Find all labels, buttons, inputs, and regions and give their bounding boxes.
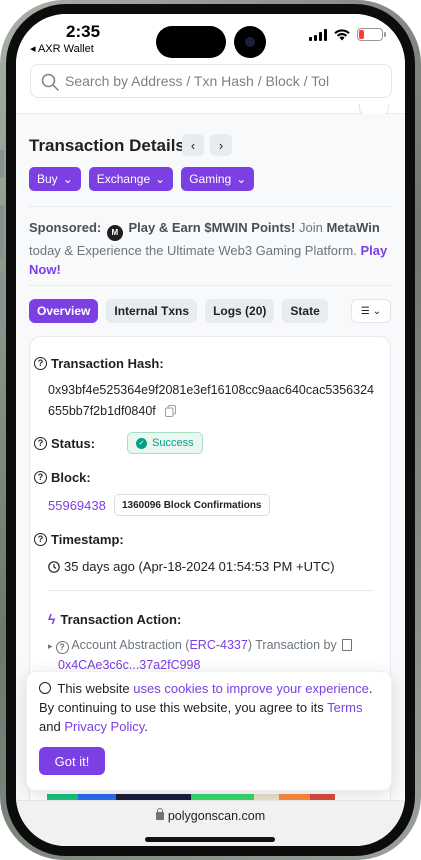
- tab-internal-txns[interactable]: Internal Txns: [106, 299, 198, 323]
- chevron-left-icon[interactable]: ‹: [182, 134, 204, 156]
- buy-dropdown-label: Buy: [37, 172, 58, 186]
- sponsored-banner: Sponsored: M Play & Earn $MWIN Points! J…: [29, 218, 389, 279]
- cookie-text: This website uses cookies to improve you…: [39, 679, 385, 736]
- got-it-button[interactable]: Got it!: [39, 747, 105, 775]
- hash-value: 0x93bf4e525364e9f2081e3ef16108cc9aac640c…: [48, 383, 374, 418]
- action-mid: ) Transaction by: [247, 638, 337, 652]
- nav-pills: Buy ⌄ Exchange ⌄ Gaming ⌄: [29, 167, 255, 191]
- cookie-banner: This website uses cookies to improve you…: [26, 671, 392, 791]
- signal-icon: [309, 28, 327, 41]
- terms-link[interactable]: Terms: [327, 700, 362, 715]
- status-time: 2:35: [66, 22, 101, 41]
- list-icon: ☰: [360, 305, 370, 317]
- search-icon: [41, 73, 59, 91]
- back-to-app-link[interactable]: ◂ AXR Wallet: [30, 42, 94, 55]
- block-label-text: Block:: [51, 470, 91, 485]
- front-camera: [234, 26, 266, 58]
- url-display: polygonscan.com: [16, 808, 405, 823]
- block-number-link[interactable]: 55969438: [48, 498, 106, 513]
- chevron-down-icon: ⌄: [62, 172, 73, 186]
- timestamp-text: 35 days ago (Apr-18-2024 01:54:53 PM +UT…: [64, 559, 335, 574]
- question-icon: ?: [34, 437, 47, 450]
- timestamp-value: 35 days ago (Apr-18-2024 01:54:53 PM +UT…: [48, 559, 335, 574]
- dynamic-island: [156, 26, 226, 58]
- status-bar: 2:35 ◂ AXR Wallet: [16, 14, 405, 66]
- hash-label-text: Transaction Hash:: [51, 356, 164, 371]
- caret-right-icon[interactable]: ▸: [48, 641, 53, 651]
- question-icon: ?: [34, 357, 47, 370]
- cookie-prefix: This website: [57, 681, 130, 696]
- transaction-action-text: ▸? Account Abstraction (ERC-4337) Transa…: [48, 636, 378, 675]
- transaction-action-label: ϟ Transaction Action:: [48, 611, 181, 627]
- cookie-policy-link[interactable]: uses cookies to improve your experience: [133, 681, 369, 696]
- volume-up-button: [0, 205, 4, 260]
- tab-logs[interactable]: Logs (20): [205, 299, 275, 323]
- sponsored-brand[interactable]: MetaWin: [326, 220, 379, 235]
- card-divider: [48, 590, 374, 591]
- gaming-dropdown[interactable]: Gaming ⌄: [181, 167, 255, 191]
- timestamp-label-text: Timestamp:: [51, 532, 124, 547]
- status-label-text: Status:: [51, 436, 96, 451]
- more-options-dropdown[interactable]: ☰ ⌄: [351, 299, 391, 323]
- sponsored-join: Join: [298, 220, 323, 235]
- sponsored-label: Sponsored:: [29, 220, 102, 235]
- check-icon: ✓: [136, 437, 147, 449]
- block-confirmations-badge: 1360096 Block Confirmations: [114, 494, 270, 516]
- search-placeholder: Search by Address / Txn Hash / Block / T…: [65, 73, 330, 89]
- chevron-down-icon: ⌄: [236, 172, 247, 186]
- exchange-dropdown-label: Exchange: [96, 172, 151, 186]
- buy-dropdown[interactable]: Buy ⌄: [29, 167, 81, 191]
- url-text: polygonscan.com: [167, 809, 266, 823]
- search-bar-container: Search by Address / Txn Hash / Block / T…: [16, 62, 405, 116]
- lightning-icon: ϟ: [48, 611, 56, 627]
- cookie-end: .: [144, 719, 148, 734]
- cookie-and: and: [39, 719, 61, 734]
- sponsored-headline[interactable]: Play & Earn $MWIN Points!: [128, 220, 295, 235]
- tab-overview[interactable]: Overview: [29, 299, 99, 323]
- action-button: [0, 150, 4, 178]
- chevron-down-icon: ⌄: [155, 172, 166, 186]
- question-icon: ?: [34, 533, 47, 546]
- volume-down-button: [0, 272, 4, 327]
- chevron-down-icon: ⌄: [372, 305, 382, 317]
- page-title: Transaction Details: [29, 136, 185, 155]
- sponsored-body: today & Experience the Ultimate Web3 Gam…: [29, 243, 357, 258]
- search-input[interactable]: Search by Address / Txn Hash / Block / T…: [30, 64, 392, 98]
- tab-state[interactable]: State: [282, 299, 328, 323]
- question-icon: ?: [34, 471, 47, 484]
- lock-icon: [155, 808, 164, 820]
- clock-icon: [48, 560, 60, 573]
- divider: [29, 285, 391, 286]
- status-value: Success: [152, 437, 194, 449]
- gaming-dropdown-label: Gaming: [189, 172, 232, 186]
- block-label: ? Block:: [34, 470, 91, 485]
- document-icon: [342, 639, 353, 651]
- phone-screen: 2:35 ◂ AXR Wallet Search by Address / Tx…: [16, 14, 405, 846]
- home-indicator[interactable]: [145, 837, 275, 842]
- txn-navigation: ‹ ›: [182, 134, 232, 156]
- chevron-right-icon[interactable]: ›: [210, 134, 232, 156]
- transaction-hash: 0x93bf4e525364e9f2081e3ef16108cc9aac640c…: [48, 380, 378, 422]
- status-icons: [309, 28, 386, 41]
- hash-label: ? Transaction Hash:: [34, 356, 164, 371]
- action-prefix: Account Abstraction (: [71, 638, 190, 652]
- divider: [29, 206, 391, 207]
- exchange-dropdown[interactable]: Exchange ⌄: [88, 167, 174, 191]
- action-label-text: Transaction Action:: [60, 611, 182, 627]
- copy-icon[interactable]: [165, 405, 177, 417]
- cookie-icon: [39, 682, 51, 694]
- tab-bar: Overview Internal Txns Logs (20) State: [29, 299, 328, 323]
- status-badge: ✓ Success: [127, 432, 203, 454]
- question-icon: ?: [55, 641, 69, 654]
- wifi-icon: [334, 29, 350, 41]
- privacy-policy-link[interactable]: Privacy Policy: [64, 719, 144, 734]
- metawin-logo-icon: M: [106, 225, 123, 241]
- battery-icon: [357, 28, 386, 41]
- status-label: ? Status:: [34, 436, 95, 451]
- erc-4337-link[interactable]: ERC-4337: [189, 638, 247, 652]
- sender-address-link[interactable]: 0x4CAe3c6c...37a2fC998: [58, 658, 200, 672]
- timestamp-label: ? Timestamp:: [34, 532, 124, 547]
